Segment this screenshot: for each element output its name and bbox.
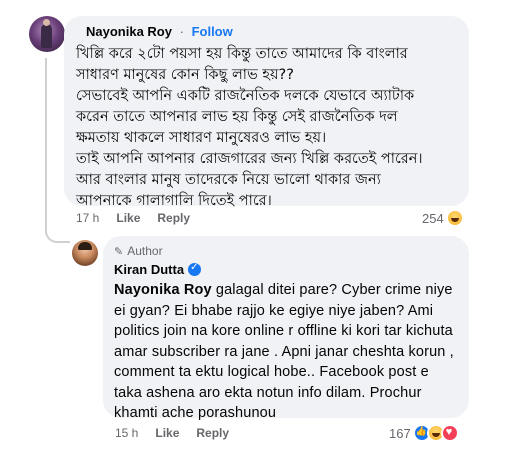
reply-bubble: ✎ Author Kiran Dutta Nayonika Roy galaga… [103, 236, 469, 421]
reaction-count: 167 [389, 425, 411, 441]
separator-dot: · [179, 24, 184, 39]
reply-button[interactable]: Reply [196, 426, 229, 440]
author-badge-label: Author [127, 244, 163, 258]
love-icon [440, 424, 459, 442]
like-button[interactable]: Like [116, 211, 140, 225]
reaction-summary[interactable]: 167 [389, 424, 459, 442]
comment-author[interactable]: Nayonika Roy [86, 24, 172, 40]
reply-header: Kiran Dutta [114, 262, 458, 277]
thread-branch [45, 213, 70, 243]
follow-button[interactable]: Follow [192, 24, 233, 39]
avatar[interactable] [72, 240, 98, 266]
verified-badge-icon [188, 262, 202, 276]
comment-text: খিল্লি করে ২টো পয়সা হয় কিন্তু তাতে আমা… [76, 46, 423, 209]
comment-bubble: Nayonika Roy · Follow খিল্লি করে ২টো পয়… [64, 16, 469, 209]
comment-header: Nayonika Roy · Follow [86, 24, 459, 40]
reply-text: Nayonika Roy galagal ditei pare? Cyber c… [114, 280, 458, 424]
avatar[interactable] [29, 16, 65, 52]
haha-icon [445, 209, 464, 227]
avatar-figure [41, 19, 52, 48]
comment-timestamp[interactable]: 17 h [76, 211, 99, 225]
thread-line [45, 58, 47, 233]
reply-author[interactable]: Kiran Dutta [114, 262, 184, 277]
pen-icon: ✎ [114, 245, 124, 258]
reaction-count: 254 [422, 210, 444, 226]
reaction-summary[interactable]: 254 [422, 209, 464, 227]
author-badge: ✎ Author [114, 243, 458, 259]
reply-button[interactable]: Reply [157, 211, 190, 225]
reply-timestamp[interactable]: 15 h [115, 426, 138, 440]
comment-actions: 17 h Like Reply [76, 211, 207, 225]
like-button[interactable]: Like [155, 426, 179, 440]
reply-body: galagal ditei pare? Cyber crime niye ei … [114, 282, 454, 421]
mention-tag[interactable]: Nayonika Roy [114, 282, 212, 298]
reply-actions: 15 h Like Reply [115, 426, 246, 440]
